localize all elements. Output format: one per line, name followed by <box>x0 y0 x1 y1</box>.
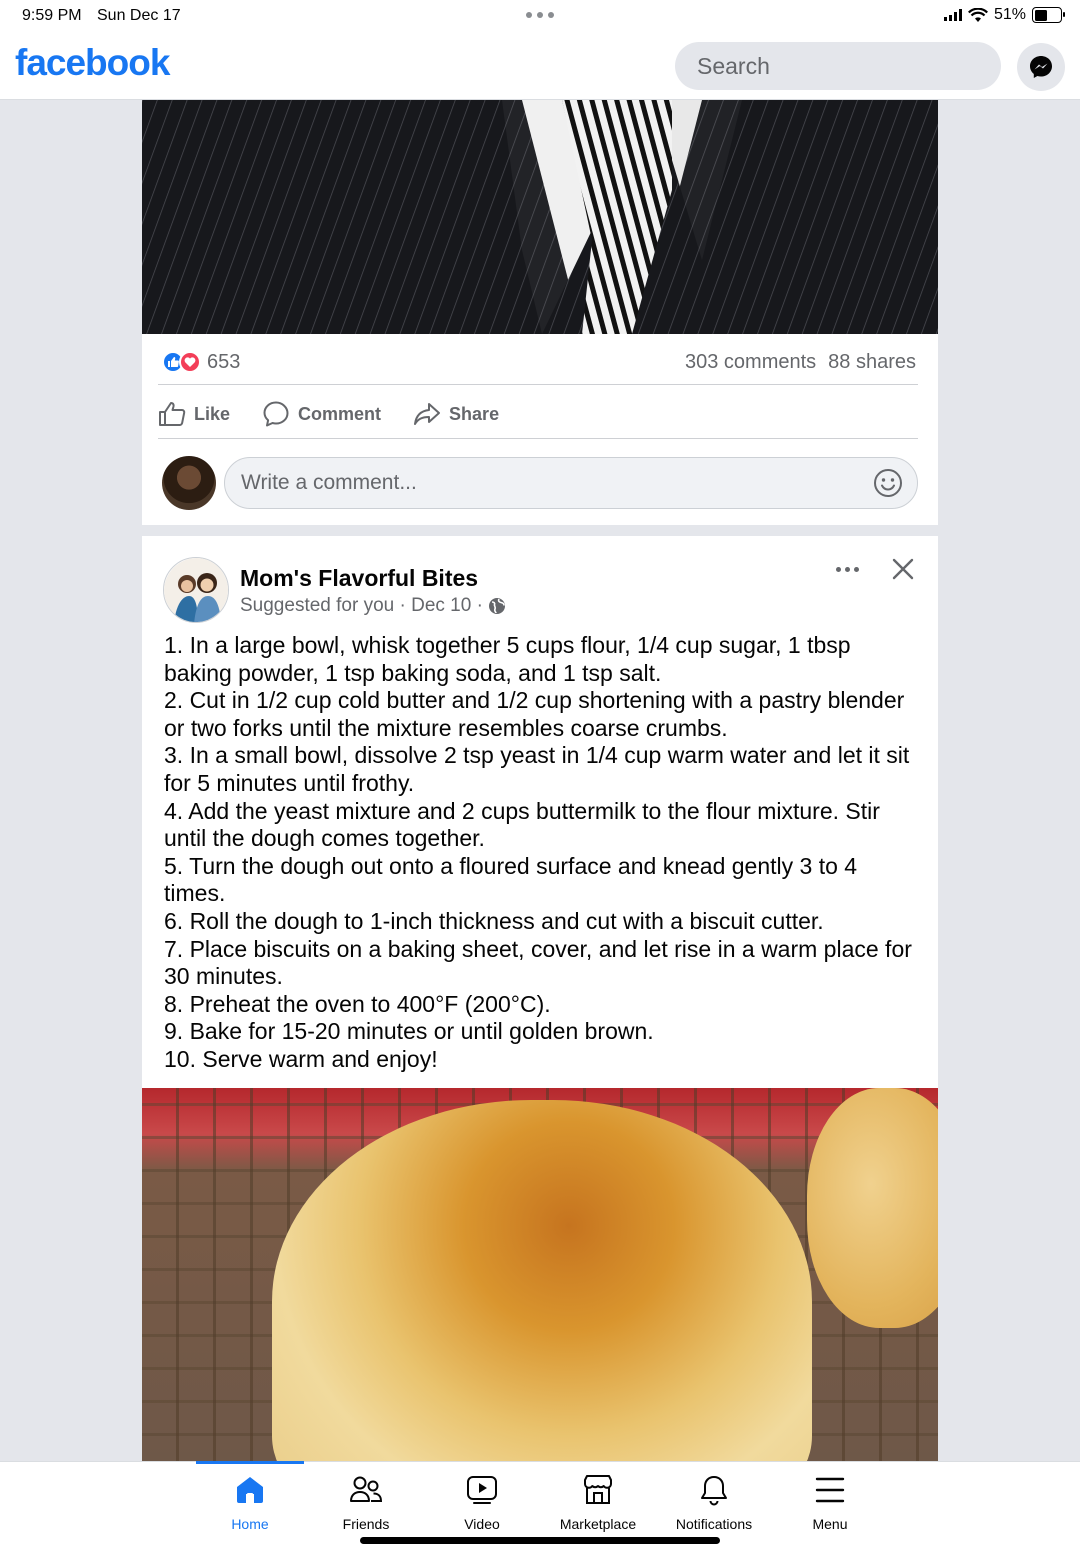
comment-icon <box>263 401 289 427</box>
biscuit-main <box>272 1100 812 1466</box>
post-meta-text: Suggested for you · Dec 10 · <box>240 595 483 616</box>
battery-percent: 51% <box>993 6 1026 23</box>
recipe-step: 2. Cut in 1/2 cup cold butter and 1/2 cu… <box>164 687 905 741</box>
biscuit-secondary <box>807 1088 938 1328</box>
recipe-step: 1. In a large bowl, whisk together 5 cup… <box>164 632 851 686</box>
cellular-signal-icon <box>943 9 962 21</box>
nav-friends[interactable]: Friends <box>301 1472 431 1532</box>
marketplace-icon <box>584 1475 612 1504</box>
like-button[interactable]: Like <box>158 401 230 427</box>
divider <box>158 438 918 439</box>
post-card-previous: 653 303 comments 88 shares Like Comment … <box>142 100 938 525</box>
nav-label: Video <box>464 1516 500 1532</box>
status-date: Sun Dec 17 <box>97 7 181 24</box>
bottom-nav: Home Friends Video Marketplace Notificat… <box>0 1461 1080 1554</box>
comment-placeholder: Write a comment... <box>241 471 417 494</box>
post-engagement-bar: 653 303 comments 88 shares <box>162 348 916 376</box>
share-icon <box>414 403 441 425</box>
close-icon[interactable] <box>890 556 916 582</box>
app-header: facebook <box>0 34 1080 100</box>
comment-count[interactable]: 303 comments <box>685 351 816 374</box>
facebook-logo[interactable]: facebook <box>15 42 170 84</box>
messenger-button[interactable] <box>1017 43 1065 91</box>
battery-icon <box>1032 7 1065 23</box>
recipe-step: 5. Turn the dough out onto a floured sur… <box>164 852 858 907</box>
post-card-suggested: Mom's Flavorful Bites Suggested for you … <box>142 536 938 1466</box>
post-actions: Like Comment Share <box>158 392 531 436</box>
recipe-step: 4. Add the yeast mixture and 2 cups butt… <box>164 797 880 852</box>
messenger-icon <box>1030 56 1052 78</box>
recipe-step: 8. Preheat the oven to 400°F (200°C). <box>164 990 551 1017</box>
emoji-icon[interactable] <box>873 468 903 498</box>
user-avatar[interactable] <box>162 456 216 510</box>
nav-label: Notifications <box>675 1516 753 1532</box>
recipe-step: 3. In a small bowl, dissolve 2 tsp yeast… <box>164 742 910 796</box>
nav-video[interactable]: Video <box>417 1472 547 1532</box>
wifi-icon <box>967 7 988 22</box>
post-image-biscuit[interactable] <box>142 1088 938 1466</box>
video-icon <box>467 1476 497 1504</box>
home-icon <box>237 1477 263 1503</box>
share-button[interactable]: Share <box>413 401 499 427</box>
search-input[interactable] <box>675 42 1001 90</box>
comment-label: Comment <box>298 403 382 424</box>
menu-icon <box>815 1477 845 1503</box>
active-tab-indicator <box>196 1461 304 1464</box>
nav-label: Home <box>231 1516 269 1532</box>
bell-icon <box>701 1476 727 1506</box>
nav-notifications[interactable]: Notifications <box>649 1472 779 1532</box>
share-label: Share <box>449 403 500 424</box>
reaction-icons[interactable] <box>162 351 201 373</box>
divider <box>158 384 918 385</box>
friends-icon <box>350 1476 383 1502</box>
recipe-step: 10. Serve warm and enjoy! <box>164 1045 438 1072</box>
home-indicator[interactable] <box>360 1537 720 1544</box>
status-bar: 9:59 PM Sun Dec 17 51% <box>0 0 1080 34</box>
reaction-count[interactable]: 653 <box>207 351 240 374</box>
comment-input[interactable]: Write a comment... <box>224 457 918 509</box>
multitasking-dots[interactable] <box>526 12 554 18</box>
recipe-step: 6. Roll the dough to 1-inch thickness an… <box>164 907 824 934</box>
share-count[interactable]: 88 shares <box>828 351 916 374</box>
page-avatar[interactable] <box>163 557 229 623</box>
like-label: Like <box>194 403 231 424</box>
globe-icon <box>488 598 505 614</box>
nav-home[interactable]: Home <box>185 1472 315 1532</box>
nav-label: Marketplace <box>559 1516 637 1532</box>
comment-composer: Write a comment... <box>162 456 918 510</box>
status-time: 9:59 PM <box>22 7 82 24</box>
post-meta: Suggested for you · Dec 10 · <box>240 595 506 617</box>
page-name[interactable]: Mom's Flavorful Bites <box>240 565 478 592</box>
like-icon <box>159 402 186 426</box>
recipe-step: 9. Bake for 15-20 minutes or until golde… <box>164 1018 654 1045</box>
comment-button[interactable]: Comment <box>262 400 381 428</box>
post-image-suit[interactable] <box>142 100 938 334</box>
nav-label: Menu <box>812 1516 848 1532</box>
nav-label: Friends <box>342 1516 390 1532</box>
recipe-step: 7. Place biscuits on a baking sheet, cov… <box>164 935 912 990</box>
post-text: 1. In a large bowl, whisk together 5 cup… <box>164 632 924 1074</box>
love-reaction-icon <box>179 351 201 373</box>
nav-marketplace[interactable]: Marketplace <box>533 1472 663 1532</box>
nav-menu[interactable]: Menu <box>765 1472 895 1532</box>
more-options-button[interactable] <box>832 562 862 576</box>
